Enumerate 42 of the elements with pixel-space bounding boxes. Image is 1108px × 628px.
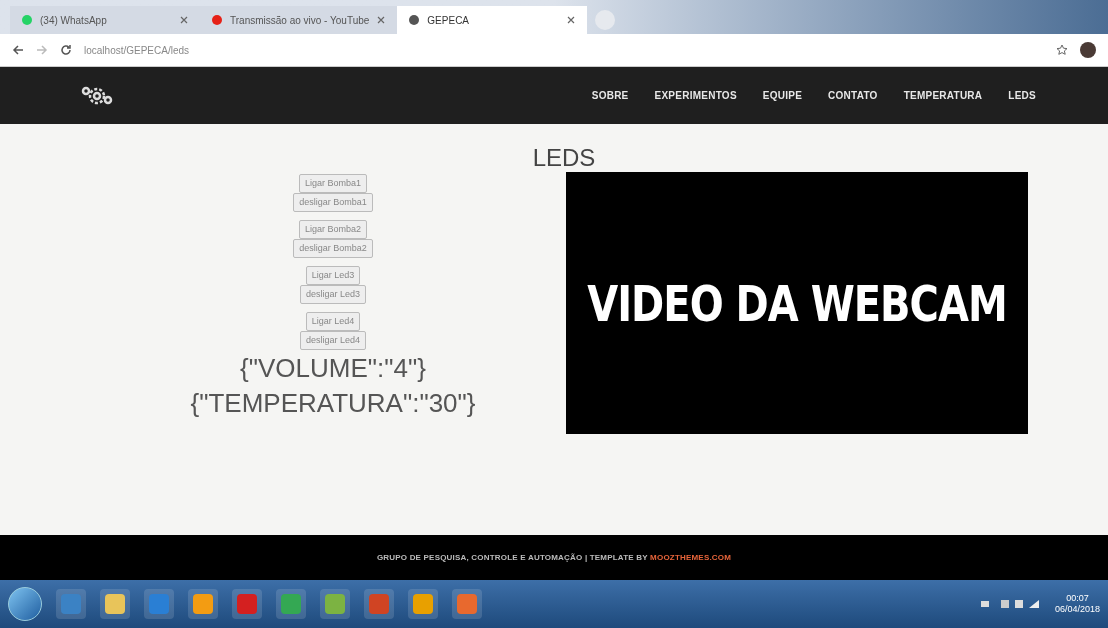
tray-icons-drawing [980,598,1041,610]
nav-link[interactable]: LEDS [1008,88,1036,103]
control-button[interactable]: Ligar Bomba1 [298,174,367,193]
browser-tab[interactable]: (34) WhatsApp [10,6,200,34]
nav-link[interactable]: SOBRE [591,88,629,103]
footer-text: GRUPO DE PESQUISA, CONTROLE E AUTOMAÇÃO | TEMPLATE BY MOOZTHEMES.COM [376,551,732,564]
browser-tab[interactable]: Transmissão ao vivo - YouTube [200,6,398,34]
profile-avatar[interactable] [1080,42,1096,58]
footer-link[interactable]: MOOZTHEMES.COM [650,552,732,562]
control-button[interactable]: Ligar Led3 [305,266,361,285]
favicon-icon [409,15,420,25]
clock-date: 06/04/2018 [1054,604,1100,616]
start-button[interactable] [8,587,42,621]
star-icon[interactable] [1056,44,1068,56]
close-icon[interactable] [377,16,386,24]
reload-icon[interactable] [60,44,72,56]
nav-link[interactable]: EXPERIMENTOS [654,88,737,103]
forward-icon[interactable] [36,44,48,56]
back-icon[interactable] [12,44,24,56]
control-button[interactable]: desligar Led3 [299,285,366,304]
page-title: LEDS [532,146,596,170]
close-icon[interactable] [180,16,188,24]
control-button[interactable]: desligar Bomba1 [293,193,373,212]
nav-link[interactable]: EQUIPE [762,88,803,103]
tab-title: (34) WhatsApp [40,13,108,28]
tab-title: Transmissão ao vivo - YouTube [230,13,370,28]
control-button[interactable]: desligar Led4 [299,331,366,350]
control-button[interactable]: desligar Bomba2 [293,239,373,258]
sensor-reading: {"TEMPERATURA":"30"} [190,386,476,419]
close-icon[interactable] [567,16,576,24]
control-button[interactable]: Ligar Bomba2 [298,220,367,239]
nav-link[interactable]: CONTATO [828,88,878,103]
favicon-icon [212,15,222,25]
sensor-reading: {"VOLUME":"4"} [240,352,426,385]
tab-title: GEPECA [427,13,471,28]
browser-tab[interactable]: GEPECA [397,6,588,34]
favicon-icon [22,15,32,25]
webcam-placeholder-text: VIDEO DA WEBCAM [587,273,1007,334]
control-button[interactable]: Ligar Led4 [305,312,361,331]
nav-link[interactable]: TEMPERATURA [903,88,983,103]
url-field[interactable]: localhost/GEPECA/leds [84,42,1044,58]
clock-time: 00:07 [1066,592,1089,604]
